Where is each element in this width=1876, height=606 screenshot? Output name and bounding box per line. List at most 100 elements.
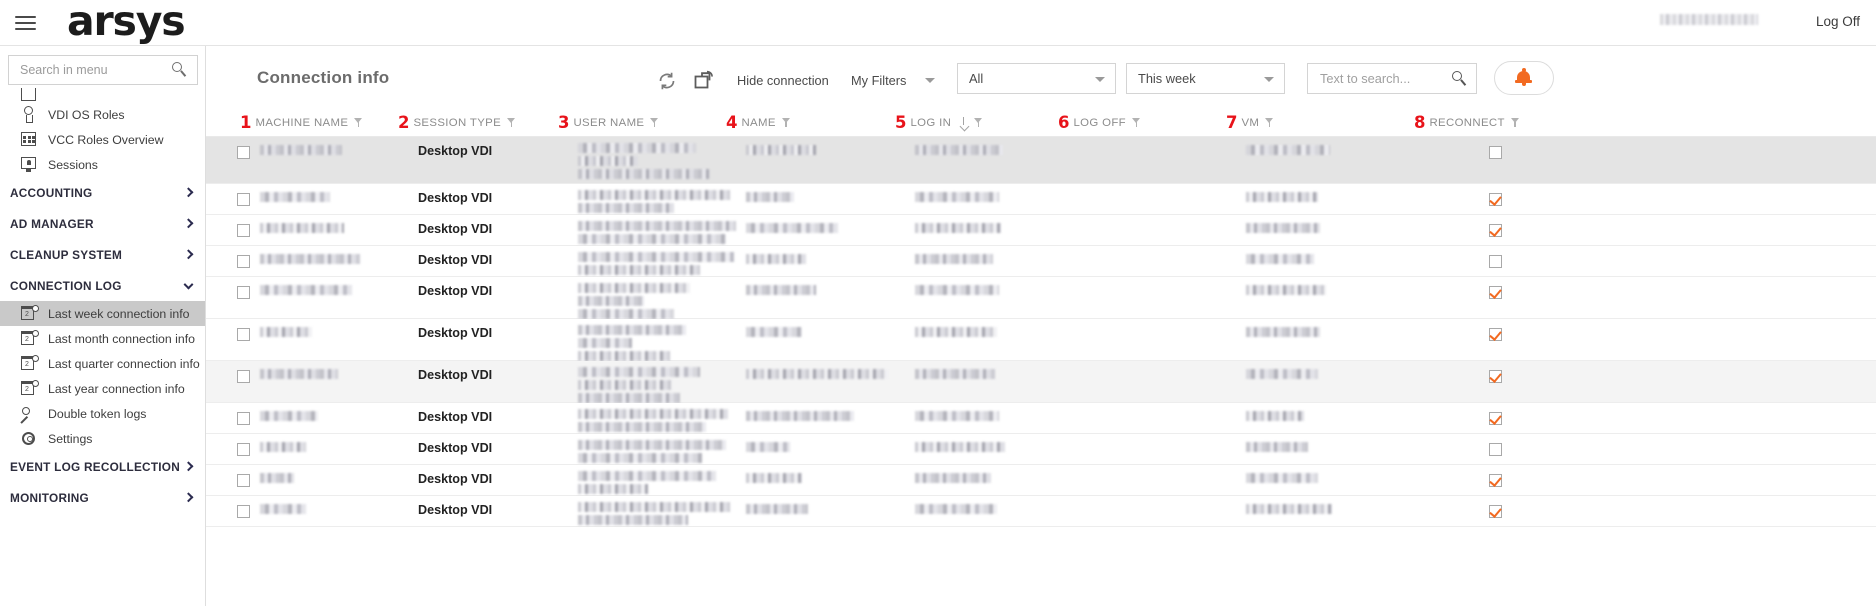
row-select-checkbox[interactable] (237, 443, 250, 456)
funnel-icon[interactable] (507, 118, 516, 127)
search-menu-input[interactable] (18, 56, 163, 84)
hamburger-icon[interactable] (14, 11, 38, 35)
sidebar-item-vdi-os-roles[interactable]: VDI OS Roles (0, 102, 205, 127)
log-off-button[interactable]: Log Off (1816, 12, 1860, 32)
chevron-down-icon[interactable] (183, 279, 194, 290)
redacted-value (578, 502, 730, 525)
sidebar-group-monitoring[interactable]: MONITORING (0, 482, 205, 513)
chevron-down-icon[interactable] (925, 78, 935, 83)
my-filters-dropdown[interactable]: My Filters (851, 73, 906, 88)
row-select-checkbox[interactable] (237, 505, 250, 518)
sidebar-item-settings[interactable]: Settings (0, 426, 205, 451)
sidebar-nav[interactable]: VDI OS Roles VCC Roles Overview Sessions AC… (0, 88, 205, 606)
sidebar-item-sessions[interactable]: Sessions (0, 152, 205, 177)
sidebar-item-clipped[interactable] (0, 88, 205, 102)
redacted-value (915, 145, 1003, 155)
row-select-checkbox[interactable] (237, 224, 250, 237)
table-row[interactable]: Desktop VDI (206, 403, 1876, 434)
table-row[interactable]: Desktop VDI (206, 361, 1876, 403)
reconnect-checkbox[interactable] (1489, 193, 1502, 206)
scope-select[interactable]: All (957, 63, 1116, 94)
sidebar-item-last-week-connection-info[interactable]: Last week connection info (0, 301, 205, 326)
table-row[interactable]: Desktop VDI (206, 246, 1876, 277)
table-row[interactable]: Desktop VDI (206, 434, 1876, 465)
sidebar-group-event-log-recollection[interactable]: EVENT LOG RECOLLECTION (0, 451, 205, 482)
column-header-reconnect[interactable]: 8 RECONNECT (1414, 108, 1520, 137)
period-select[interactable]: This week (1126, 63, 1285, 94)
table-row[interactable]: Desktop VDI (206, 184, 1876, 215)
reconnect-checkbox[interactable] (1489, 255, 1502, 268)
column-index-badge: 2 (398, 112, 410, 132)
column-header-log-off[interactable]: 6 LOG OFF (1058, 108, 1141, 137)
reconnect-checkbox[interactable] (1489, 443, 1502, 456)
table-row[interactable]: Desktop VDI (206, 319, 1876, 361)
row-select-checkbox[interactable] (237, 370, 250, 383)
sidebar-group-connection-log[interactable]: CONNECTION LOG (0, 270, 205, 301)
search-icon[interactable] (1452, 71, 1468, 87)
chevron-right-icon[interactable] (183, 460, 194, 471)
redacted-value (746, 223, 838, 233)
chevron-right-icon[interactable] (183, 248, 194, 259)
redacted-value (578, 367, 700, 403)
row-select-checkbox[interactable] (237, 286, 250, 299)
sidebar-item-last-month-connection-info[interactable]: Last month connection info (0, 326, 205, 351)
chevron-down-icon (1095, 77, 1105, 82)
column-header-vm[interactable]: 7 VM (1226, 108, 1274, 137)
sidebar-item-label: Last year connection info (48, 381, 185, 396)
row-select-checkbox[interactable] (237, 193, 250, 206)
sidebar-group-cleanup-system[interactable]: CLEANUP SYSTEM (0, 239, 205, 270)
row-select-checkbox[interactable] (237, 474, 250, 487)
funnel-icon[interactable] (650, 118, 659, 127)
reconnect-checkbox[interactable] (1489, 370, 1502, 383)
sidebar-item-last-year-connection-info[interactable]: Last year connection info (0, 376, 205, 401)
sidebar-item-vcc-roles-overview[interactable]: VCC Roles Overview (0, 127, 205, 152)
reconnect-checkbox[interactable] (1489, 328, 1502, 341)
gear-icon (18, 430, 40, 448)
reconnect-checkbox[interactable] (1489, 224, 1502, 237)
reconnect-checkbox[interactable] (1489, 505, 1502, 518)
sidebar-search[interactable] (8, 55, 198, 85)
funnel-icon[interactable] (1510, 118, 1520, 127)
hide-connection-button[interactable]: Hide connection (737, 73, 829, 88)
row-select-checkbox[interactable] (237, 328, 250, 341)
search-input[interactable] (1318, 64, 1443, 93)
column-header-session-type[interactable]: 2 SESSION TYPE (398, 108, 516, 137)
row-select-checkbox[interactable] (237, 255, 250, 268)
sidebar-group-ad-manager[interactable]: AD MANAGER (0, 208, 205, 239)
row-select-checkbox[interactable] (237, 146, 250, 159)
table-row[interactable]: Desktop VDI (206, 277, 1876, 319)
session-type-value: Desktop VDI (418, 472, 493, 486)
redacted-value (915, 369, 995, 379)
reconnect-checkbox[interactable] (1489, 412, 1502, 425)
chevron-right-icon[interactable] (183, 491, 194, 502)
refresh-icon[interactable] (656, 70, 678, 92)
funnel-icon[interactable] (1131, 118, 1141, 127)
notifications-button[interactable] (1494, 61, 1554, 95)
funnel-icon[interactable] (1265, 118, 1274, 127)
column-header-machine-name[interactable]: 1 MACHINE NAME (240, 108, 363, 137)
table-search[interactable] (1307, 63, 1477, 94)
table-row[interactable]: Desktop VDI (206, 215, 1876, 246)
funnel-icon[interactable] (781, 118, 791, 127)
table-row[interactable]: Desktop VDI (206, 496, 1876, 527)
reconnect-checkbox[interactable] (1489, 286, 1502, 299)
sort-desc-icon[interactable] (959, 117, 968, 128)
table-row[interactable]: Desktop VDI (206, 465, 1876, 496)
row-select-checkbox[interactable] (237, 412, 250, 425)
funnel-icon[interactable] (354, 118, 363, 127)
chevron-right-icon[interactable] (183, 217, 194, 228)
column-header-log-in[interactable]: 5 LOG IN (895, 108, 983, 137)
reconnect-checkbox[interactable] (1489, 146, 1502, 159)
export-window-icon[interactable] (693, 69, 715, 91)
session-type-value: Desktop VDI (418, 191, 493, 205)
sidebar-item-last-quarter-connection-info[interactable]: Last quarter connection info (0, 351, 205, 376)
column-header-user-name[interactable]: 3 USER NAME (558, 108, 659, 137)
sidebar-group-accounting[interactable]: ACCOUNTING (0, 177, 205, 208)
column-header-label: LOG OFF (1073, 116, 1126, 129)
funnel-icon[interactable] (974, 118, 983, 127)
column-header-name[interactable]: 4 NAME (726, 108, 791, 137)
chevron-right-icon[interactable] (183, 186, 194, 197)
table-row[interactable]: Desktop VDI (206, 137, 1876, 184)
reconnect-checkbox[interactable] (1489, 474, 1502, 487)
sidebar-item-double-token-logs[interactable]: Double token logs (0, 401, 205, 426)
